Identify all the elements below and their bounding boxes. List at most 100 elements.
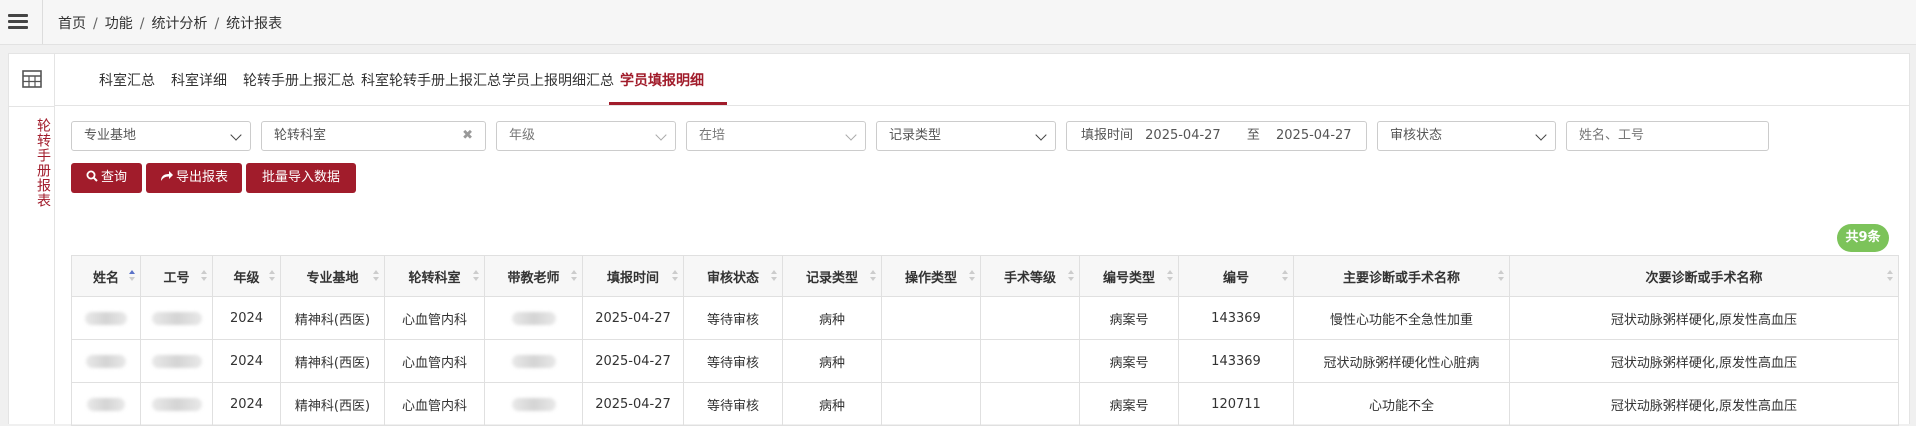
clear-icon[interactable]: ✖ (462, 122, 473, 150)
column-header-surgery-level[interactable]: 手术等级 (980, 255, 1080, 297)
cell-number-type: 病案号 (1079, 382, 1179, 426)
column-header-number[interactable]: 编号 (1178, 255, 1294, 297)
column-header-teacher[interactable]: 带教老师 (484, 255, 583, 297)
cell-operation-type (881, 339, 981, 383)
column-header-audit-status[interactable]: 审核状态 (683, 255, 783, 297)
top-bar: 首页 / 功能 / 统计分析 / 统计报表 (0, 0, 1916, 45)
table-grid-icon[interactable] (22, 70, 42, 88)
column-header-operation-type[interactable]: 操作类型 (881, 255, 981, 297)
tab-bar: 科室汇总 科室详细 轮转手册上报汇总 科室轮转手册上报汇总 学员上报明细汇总 学… (55, 54, 1909, 106)
column-header-base[interactable]: 专业基地 (280, 255, 385, 297)
column-header-primary-diagnosis[interactable]: 主要诊断或手术名称 (1293, 255, 1510, 297)
cell-fill-time: 2025-04-27 (582, 382, 684, 426)
breadcrumb: 首页 / 功能 / 统计分析 / 统计报表 (58, 16, 283, 32)
menu-toggle-icon[interactable] (6, 11, 30, 33)
name-search-input[interactable]: 姓名、工号 (1566, 121, 1769, 151)
grade-select[interactable]: 年级 (496, 121, 676, 151)
redacted-id (151, 311, 202, 325)
sort-icon (269, 270, 275, 282)
cell-primary-diagnosis: 慢性心功能不全急性加重 (1293, 296, 1510, 340)
column-header-number-type[interactable]: 编号类型 (1079, 255, 1179, 297)
cell-secondary-diagnosis: 冠状动脉粥样硬化,原发性高血压 (1509, 296, 1899, 340)
record-type-select[interactable]: 记录类型 (876, 121, 1056, 151)
cell-surgery-level (980, 296, 1080, 340)
breadcrumb-home[interactable]: 首页 (58, 16, 86, 32)
cell-name (71, 382, 141, 426)
redacted-teacher (511, 354, 556, 368)
column-header-dept[interactable]: 轮转科室 (384, 255, 485, 297)
side-title: 轮转手册报表 (35, 118, 51, 208)
cell-base: 精神科(西医) (280, 382, 385, 426)
name-search-placeholder: 姓名、工号 (1579, 128, 1645, 143)
cell-secondary-diagnosis: 冠状动脉粥样硬化,原发性高血压 (1509, 382, 1899, 426)
report-table: 姓名 工号 年级 专业基地 轮转科室 带教老师 填报时间 审核状态 记录类型 操… (71, 255, 1899, 426)
sort-icon (473, 270, 479, 282)
cell-base: 精神科(西医) (280, 296, 385, 340)
base-select[interactable]: 专业基地 (71, 121, 251, 151)
column-header-fill-time[interactable]: 填报时间 (582, 255, 684, 297)
cell-number: 120711 (1178, 382, 1294, 426)
total-count-badge: 共9条 (1837, 224, 1889, 252)
sort-icon (771, 270, 777, 282)
redacted-teacher (511, 397, 556, 411)
column-header-record-type[interactable]: 记录类型 (782, 255, 882, 297)
cell-primary-diagnosis: 心功能不全 (1293, 382, 1510, 426)
cell-grade: 2024 (212, 382, 281, 426)
cell-name (71, 296, 141, 340)
date-from[interactable]: 2025-04-27 (1145, 128, 1221, 143)
table-row[interactable]: 2024 精神科(西医) 心血管内科 2025-04-27 等待审核 病种 病案… (71, 296, 1899, 340)
status-select[interactable]: 在培 (686, 121, 866, 151)
cell-id (140, 382, 213, 426)
cell-surgery-level (980, 339, 1080, 383)
tab-student-fill-detail[interactable]: 学员填报明细 (620, 70, 704, 90)
chevron-down-icon (230, 129, 242, 141)
breadcrumb-statistics[interactable]: 统计分析 (151, 16, 207, 32)
cell-fill-time: 2025-04-27 (582, 339, 684, 383)
redacted-id (151, 354, 202, 368)
cell-primary-diagnosis: 冠状动脉粥样硬化性心脏病 (1293, 339, 1510, 383)
cell-number-type: 病案号 (1079, 339, 1179, 383)
column-header-secondary-diagnosis[interactable]: 次要诊断或手术名称 (1509, 255, 1899, 297)
cell-teacher (484, 382, 583, 426)
query-button[interactable]: 查询 (71, 163, 142, 193)
cell-dept: 心血管内科 (384, 296, 485, 340)
share-arrow-icon (160, 171, 173, 181)
dept-select[interactable]: 轮转科室 ✖ (261, 121, 486, 151)
cell-number: 143369 (1178, 296, 1294, 340)
active-tab-indicator (609, 102, 727, 105)
tab-dept-summary[interactable]: 科室汇总 (99, 70, 155, 90)
sort-icon (1068, 270, 1074, 282)
column-header-id[interactable]: 工号 (140, 255, 213, 297)
date-to[interactable]: 2025-04-27 (1276, 128, 1352, 143)
breadcrumb-function[interactable]: 功能 (105, 16, 133, 32)
chevron-down-icon (1535, 129, 1547, 141)
sort-asc-icon (129, 270, 135, 282)
column-header-name[interactable]: 姓名 (71, 255, 141, 297)
redacted-name (86, 354, 126, 368)
date-range[interactable]: 填报时间 2025-04-27 至 2025-04-27 (1066, 121, 1367, 151)
column-header-grade[interactable]: 年级 (212, 255, 281, 297)
cell-id (140, 339, 213, 383)
table-header-row: 姓名 工号 年级 专业基地 轮转科室 带教老师 填报时间 审核状态 记录类型 操… (71, 255, 1899, 297)
audit-status-select[interactable]: 审核状态 (1377, 121, 1556, 151)
tab-dept-manual-report-summary[interactable]: 科室轮转手册上报汇总 (361, 70, 501, 90)
table-row[interactable]: 2024 精神科(西医) 心血管内科 2025-04-27 等待审核 病种 病案… (71, 382, 1899, 426)
tab-dept-detail[interactable]: 科室详细 (171, 70, 227, 90)
cell-surgery-level (980, 382, 1080, 426)
query-button-label: 查询 (100, 170, 127, 185)
divider (42, 0, 43, 44)
sort-icon (1887, 270, 1893, 282)
date-label: 填报时间 (1081, 128, 1134, 143)
sort-icon (201, 270, 207, 282)
search-icon (86, 170, 98, 182)
cell-record-type: 病种 (782, 382, 882, 426)
cell-audit-status: 等待审核 (683, 382, 783, 426)
export-button[interactable]: 导出报表 (146, 163, 242, 193)
tab-student-report-summary[interactable]: 学员上报明细汇总 (502, 70, 614, 90)
tab-manual-report-summary[interactable]: 轮转手册上报汇总 (243, 70, 355, 90)
sort-icon (672, 270, 678, 282)
table-row[interactable]: 2024 精神科(西医) 心血管内科 2025-04-27 等待审核 病种 病案… (71, 339, 1899, 383)
batch-import-button[interactable]: 批量导入数据 (246, 163, 356, 193)
cell-audit-status: 等待审核 (683, 296, 783, 340)
chevron-down-icon (1035, 129, 1047, 141)
